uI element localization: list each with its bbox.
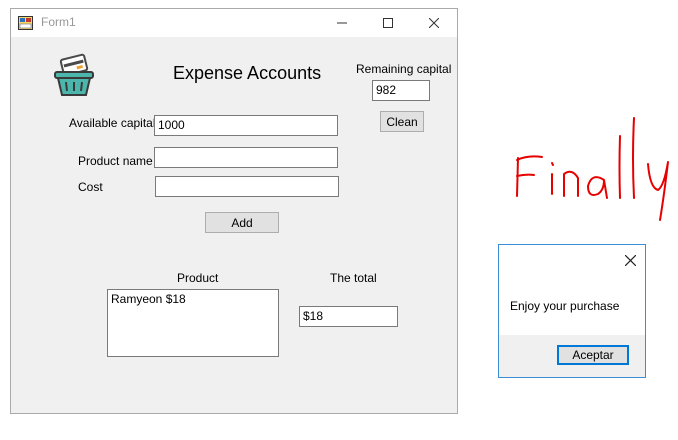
minimize-icon xyxy=(337,22,347,24)
maximize-icon xyxy=(383,18,393,28)
maximize-button[interactable] xyxy=(365,9,411,37)
page-title: Expense Accounts xyxy=(173,63,322,83)
total-label: The total xyxy=(330,271,377,285)
product-listbox[interactable]: Ramyeon $18 xyxy=(107,289,279,357)
product-name-label: Product name xyxy=(78,154,153,168)
basket-icon xyxy=(54,53,94,96)
close-button[interactable] xyxy=(411,9,457,37)
remaining-capital-field[interactable]: 982 xyxy=(372,80,430,101)
main-window: Form1 Expense Accounts Remaining capital… xyxy=(10,8,458,414)
cost-field[interactable] xyxy=(155,176,339,197)
handwritten-annotation xyxy=(516,117,669,221)
minimize-button[interactable] xyxy=(319,9,365,37)
close-icon xyxy=(624,254,636,266)
list-item[interactable]: Ramyeon $18 xyxy=(111,292,275,306)
close-icon xyxy=(429,18,439,28)
add-button[interactable]: Add xyxy=(205,212,279,233)
ok-button[interactable]: Aceptar xyxy=(557,345,629,365)
message-close-button[interactable] xyxy=(621,251,639,269)
total-field[interactable]: $18 xyxy=(299,306,398,327)
product-name-field[interactable] xyxy=(154,147,338,168)
available-capital-label: Available capital xyxy=(69,116,156,130)
clean-button[interactable]: Clean xyxy=(380,111,424,132)
app-icon xyxy=(18,16,33,30)
title-bar: Form1 xyxy=(11,9,457,37)
remaining-capital-label: Remaining capital xyxy=(356,62,452,76)
window-title: Form1 xyxy=(41,15,76,29)
cost-label: Cost xyxy=(78,180,103,194)
product-column-label: Product xyxy=(177,271,219,285)
message-footer: Aceptar xyxy=(499,335,645,377)
message-box: Enjoy your purchase Aceptar xyxy=(498,244,646,378)
available-capital-field[interactable]: 1000 xyxy=(154,115,338,136)
message-text: Enjoy your purchase xyxy=(510,299,620,313)
